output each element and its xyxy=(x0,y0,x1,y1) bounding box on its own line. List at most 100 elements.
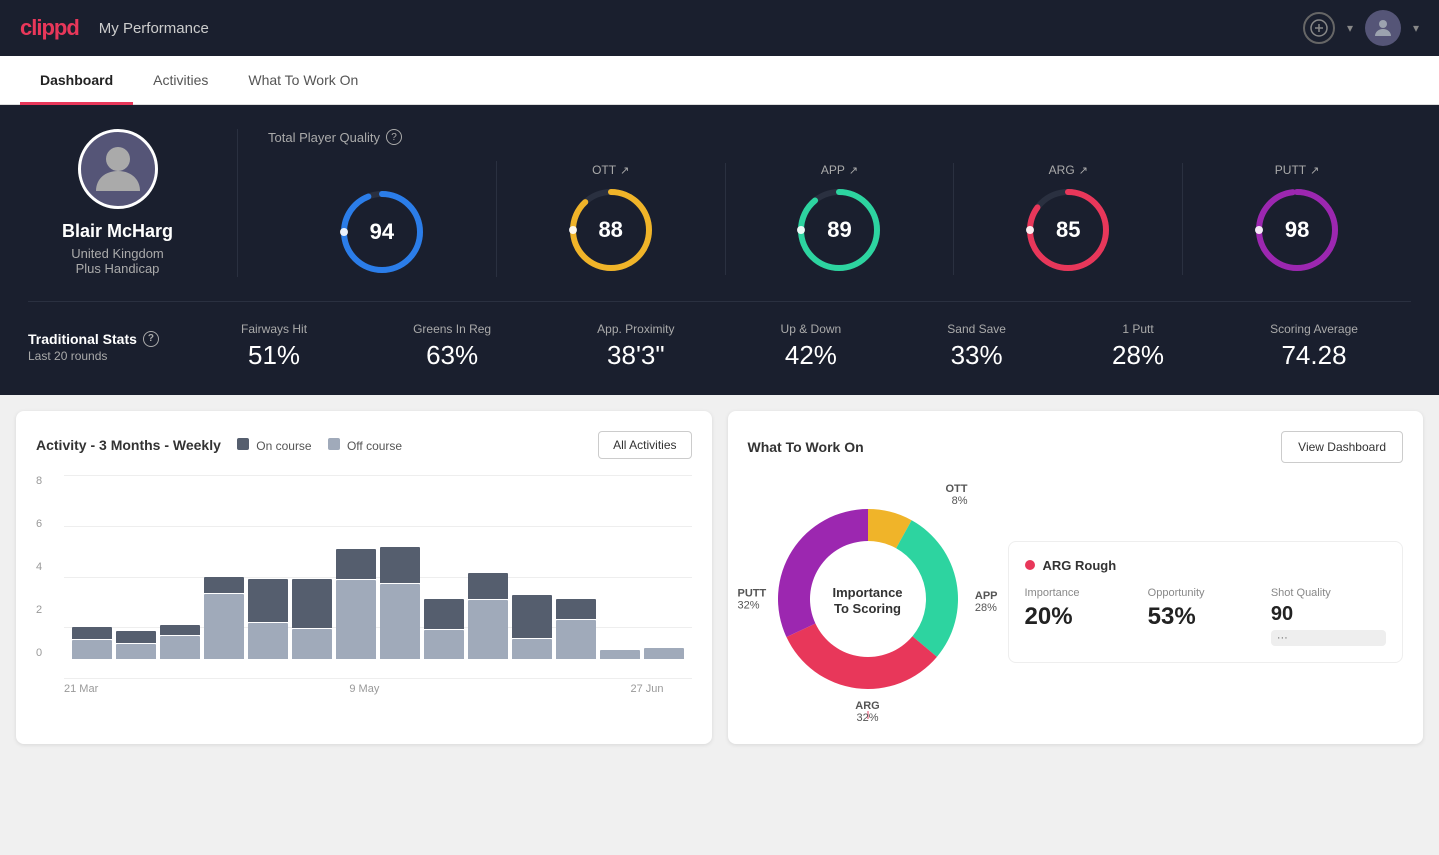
bar-on-1 xyxy=(116,631,156,643)
player-name: Blair McHarg xyxy=(62,221,173,242)
donut-dot-arg xyxy=(851,692,859,700)
bar-off-3 xyxy=(204,594,244,659)
bar-off-12 xyxy=(600,650,640,659)
stat-item-4: Sand Save 33% xyxy=(947,322,1006,371)
on-course-dot xyxy=(237,438,249,450)
activity-card: Activity - 3 Months - Weekly On course O… xyxy=(16,411,712,744)
bar-group-13 xyxy=(644,647,684,659)
hero-section: Blair McHarg United Kingdom Plus Handica… xyxy=(0,105,1439,395)
stats-label-block: Traditional Stats ? Last 20 rounds xyxy=(28,331,188,363)
detail-title: ARG Rough xyxy=(1025,558,1387,573)
ring-putt: 98 xyxy=(1252,185,1342,275)
stat-name-3: Up & Down xyxy=(781,322,842,336)
score-label-arg: ARG ↗ xyxy=(1049,163,1088,177)
view-dashboard-button[interactable]: View Dashboard xyxy=(1281,431,1403,463)
avatar-dropdown[interactable]: ▾ xyxy=(1413,21,1419,35)
player-country: United Kingdom xyxy=(71,246,164,261)
bar-off-2 xyxy=(160,636,200,659)
bar-group-7 xyxy=(380,547,420,659)
player-info: Blair McHarg United Kingdom Plus Handica… xyxy=(28,129,238,277)
avatar[interactable] xyxy=(1365,10,1401,46)
bar-group-11 xyxy=(556,599,596,659)
all-activities-button[interactable]: All Activities xyxy=(598,431,691,459)
tab-activities[interactable]: Activities xyxy=(133,56,228,105)
stat-value-2: 38'3" xyxy=(607,340,665,371)
stat-value-0: 51% xyxy=(248,340,300,371)
add-button[interactable] xyxy=(1303,12,1335,44)
x-labels: 21 Mar9 May27 Jun xyxy=(36,679,692,695)
bar-off-10 xyxy=(512,639,552,659)
bar-off-1 xyxy=(116,644,156,659)
donut-dot-app xyxy=(960,577,968,585)
bar-group-8 xyxy=(424,599,464,659)
donut-dot-ott xyxy=(888,500,896,508)
stat-item-3: Up & Down 42% xyxy=(781,322,842,371)
score-total: 94 xyxy=(268,161,497,277)
hero-top: Blair McHarg United Kingdom Plus Handica… xyxy=(28,129,1411,302)
bar-stack-8 xyxy=(424,599,464,659)
stat-item-6: Scoring Average 74.28 xyxy=(1270,322,1358,371)
bar-on-11 xyxy=(556,599,596,619)
bar-off-7 xyxy=(380,584,420,659)
stat-item-5: 1 Putt 28% xyxy=(1112,322,1164,371)
stats-info-icon[interactable]: ? xyxy=(143,331,159,347)
chart-legend: On course Off course xyxy=(237,438,402,453)
detail-card: ARG Rough Importance 20% Opportunity 53%… xyxy=(1008,541,1404,663)
grid-line xyxy=(64,678,692,679)
stats-title: Traditional Stats ? xyxy=(28,331,188,347)
bar-on-6 xyxy=(336,549,376,579)
chart-area: 0 2 4 6 8 xyxy=(36,475,692,695)
detail-dot xyxy=(1025,560,1035,570)
stat-item-2: App. Proximity 38'3" xyxy=(597,322,674,371)
tab-dashboard[interactable]: Dashboard xyxy=(20,56,133,105)
bar-stack-4 xyxy=(248,579,288,659)
add-dropdown[interactable]: ▾ xyxy=(1347,21,1353,35)
work-on-content: ImportanceTo Scoring OTT 8% APP 28% ARG … xyxy=(748,479,1404,724)
quality-info-icon[interactable]: ? xyxy=(386,129,402,145)
arg-label: ARG 32% xyxy=(855,700,879,724)
bar-on-9 xyxy=(468,573,508,599)
shot-quality-tag: ··· xyxy=(1271,630,1386,646)
y-axis: 0 2 4 6 8 xyxy=(36,475,56,659)
donut-seg-putt xyxy=(778,509,868,637)
bar-on-2 xyxy=(160,625,200,635)
stat-name-4: Sand Save xyxy=(947,322,1006,336)
metric-importance: Importance 20% xyxy=(1025,587,1140,646)
ring-value-putt: 98 xyxy=(1285,217,1309,243)
ring-value-app: 89 xyxy=(827,217,851,243)
donut-wrap: ImportanceTo Scoring OTT 8% APP 28% ARG … xyxy=(748,479,988,724)
bar-stack-2 xyxy=(160,625,200,659)
activity-card-header: Activity - 3 Months - Weekly On course O… xyxy=(36,431,692,459)
header-title: My Performance xyxy=(99,20,209,37)
ring-value-arg: 85 xyxy=(1056,217,1080,243)
bar-group-4 xyxy=(248,579,288,659)
legend-on-course: On course xyxy=(237,438,312,453)
bar-off-5 xyxy=(292,629,332,659)
quality-scores: 94 OTT ↗ 88 APP ↗ 89 ARG ↗ xyxy=(268,161,1411,277)
bars-container xyxy=(64,475,692,659)
bar-stack-5 xyxy=(292,579,332,659)
legend-off-course: Off course xyxy=(328,438,402,453)
putt-label: PUTT 32% xyxy=(738,587,767,611)
work-on-title: What To Work On xyxy=(748,439,864,455)
stat-name-0: Fairways Hit xyxy=(241,322,307,336)
bar-off-13 xyxy=(644,648,684,659)
app-label: APP 28% xyxy=(975,590,998,614)
off-course-dot xyxy=(328,438,340,450)
activity-title: Activity - 3 Months - Weekly xyxy=(36,437,221,453)
stat-value-3: 42% xyxy=(785,340,837,371)
score-ott: OTT ↗ 88 xyxy=(497,163,726,275)
player-avatar xyxy=(78,129,158,209)
donut-dot-putt xyxy=(781,542,789,550)
bar-off-11 xyxy=(556,620,596,659)
stat-value-6: 74.28 xyxy=(1281,340,1346,371)
bar-group-12 xyxy=(600,649,640,659)
bar-stack-13 xyxy=(644,647,684,659)
bar-on-3 xyxy=(204,577,244,593)
ring-app: 89 xyxy=(794,185,884,275)
stat-items: Fairways Hit 51% Greens In Reg 63% App. … xyxy=(188,322,1411,371)
tab-what-to-work-on[interactable]: What To Work On xyxy=(228,56,378,105)
score-app: APP ↗ 89 xyxy=(726,163,955,275)
score-label-ott: OTT ↗ xyxy=(592,163,629,177)
player-handicap: Plus Handicap xyxy=(76,261,160,276)
